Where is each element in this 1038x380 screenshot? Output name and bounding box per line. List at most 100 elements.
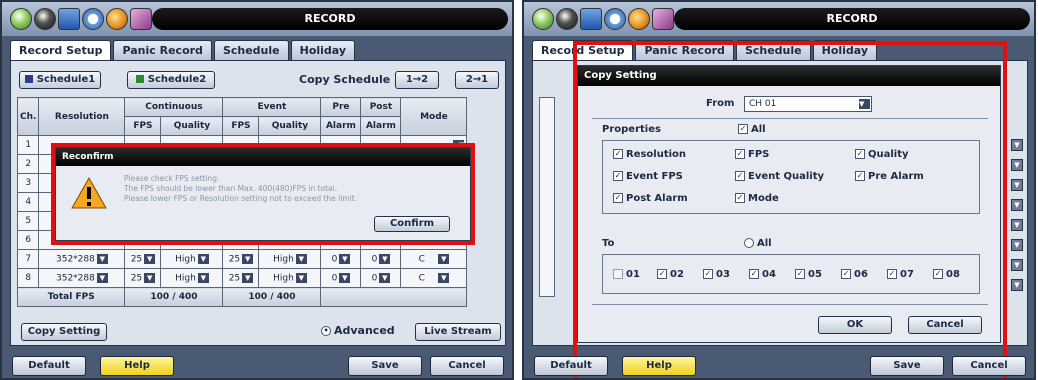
col-pre-alarm: Alarm (320, 116, 362, 136)
calendar-icon[interactable] (580, 8, 602, 30)
quality-select[interactable]: High ▼ (160, 268, 224, 288)
dropdown-arrow-icon[interactable]: ▼ (242, 272, 254, 283)
post-alarm-select[interactable]: 0 ▼ (360, 268, 402, 288)
ch-cell: 8 (16, 268, 40, 288)
dropdown-arrow-icon[interactable]: ▼ (1011, 279, 1023, 291)
record-setup-panel: Schedule1 Schedule2 Copy Schedule 1→2 2→… (10, 60, 506, 346)
resolution-select[interactable]: 352*288 ▼ (38, 249, 126, 269)
dropdown-arrow-icon[interactable]: ▼ (438, 272, 450, 283)
left-screenshot: RECORD Record Setup Panic Record Schedul… (0, 0, 514, 380)
dropdown-arrow-icon[interactable]: ▼ (1011, 159, 1023, 171)
dropdown-arrow-icon[interactable]: ▼ (144, 253, 156, 264)
fps-value: 25 (130, 254, 143, 265)
network-icon[interactable] (604, 8, 626, 30)
system-icon[interactable] (130, 8, 152, 30)
col-event-quality: Quality (258, 116, 322, 136)
fps-value: 25 (130, 273, 143, 284)
mode-select[interactable]: C ▼ (400, 249, 468, 269)
help-button[interactable]: Help (100, 356, 174, 376)
table-row: 7 352*288 ▼ 25 ▼ High ▼ 25 ▼ High ▼ 0 ▼ 0 ▼ C ▼ (16, 249, 468, 269)
tab-holiday[interactable]: Holiday (290, 40, 356, 60)
cancel-button[interactable]: Cancel (952, 356, 1026, 376)
quality-value: High (175, 254, 196, 265)
event-fps-select[interactable]: 25 ▼ (222, 268, 260, 288)
dropdown-arrow-icon[interactable]: ▼ (295, 253, 307, 264)
col-event-fps: FPS (222, 116, 260, 136)
save-button[interactable]: Save (870, 356, 944, 376)
cancel-button[interactable]: Cancel (430, 356, 504, 376)
camera-icon[interactable] (556, 8, 578, 30)
system-icon[interactable] (652, 8, 674, 30)
dropdown-arrow-icon[interactable]: ▼ (1011, 139, 1023, 151)
dropdown-arrow-icon[interactable]: ▼ (438, 253, 450, 264)
quality-select[interactable]: High ▼ (160, 249, 224, 269)
record-setup-panel: ▼ ▼ ▼ ▼ ▼ ▼ ▼ ▼ Copy Setting From CH 01 ▼… (532, 41, 1028, 378)
dropdown-arrow-icon[interactable]: ▼ (1011, 179, 1023, 191)
tab-panic-record[interactable]: Panic Record (113, 40, 212, 60)
post-alarm-select[interactable]: 0 ▼ (360, 249, 402, 269)
default-button[interactable]: Default (534, 356, 608, 376)
dropdown-arrow-icon[interactable]: ▼ (339, 272, 351, 283)
schedule2-button[interactable]: Schedule2 (127, 71, 215, 89)
default-button[interactable]: Default (12, 356, 86, 376)
event-quality-value: High (273, 273, 294, 284)
fps-select[interactable]: 25 ▼ (124, 268, 162, 288)
dropdown-arrow-icon[interactable]: ▼ (242, 253, 254, 264)
highlight-box (573, 41, 1007, 378)
event-fps-value: 25 (228, 273, 241, 284)
tools-icon[interactable] (628, 8, 650, 30)
pre-alarm-select[interactable]: 0 ▼ (320, 268, 362, 288)
dropdown-arrow-icon[interactable]: ▼ (295, 272, 307, 283)
dropdown-arrow-icon[interactable]: ▼ (1011, 259, 1023, 271)
event-fps-value: 25 (228, 254, 241, 265)
save-button[interactable]: Save (348, 356, 422, 376)
ch-cell: 1 (16, 135, 40, 155)
fps-select[interactable]: 25 ▼ (124, 249, 162, 269)
dropdown-arrow-icon[interactable]: ▼ (144, 272, 156, 283)
window-title: RECORD (152, 8, 508, 30)
copy-2-to-1-button[interactable]: 2→1 (455, 71, 499, 89)
calendar-icon[interactable] (58, 8, 80, 30)
ch-cell: 5 (16, 211, 40, 231)
event-quality-select[interactable]: High ▼ (258, 268, 322, 288)
event-quality-select[interactable]: High ▼ (258, 249, 322, 269)
live-stream-button[interactable]: Live Stream (415, 323, 501, 341)
dropdown-arrow-icon[interactable]: ▼ (96, 253, 108, 264)
copy-schedule-label: Copy Schedule (299, 73, 391, 86)
schedule1-button[interactable]: Schedule1 (19, 71, 101, 89)
tab-record-setup[interactable]: Record Setup (10, 40, 112, 60)
dropdown-arrow-icon[interactable]: ▼ (197, 272, 209, 283)
dropdown-arrow-icon[interactable]: ▼ (379, 253, 391, 264)
mode-select[interactable]: C ▼ (400, 268, 468, 288)
setup-icon[interactable] (10, 8, 32, 30)
setup-icon[interactable] (532, 8, 554, 30)
tools-icon[interactable] (106, 8, 128, 30)
advanced-radio-icon[interactable]: • (321, 326, 331, 336)
resolution-select[interactable]: 352*288 ▼ (38, 268, 126, 288)
total-event-fps: 100 / 400 (222, 287, 322, 307)
copy-setting-button[interactable]: Copy Setting (21, 323, 107, 341)
schedule2-color-icon (135, 75, 144, 83)
dropdown-arrow-icon[interactable]: ▼ (1011, 239, 1023, 251)
total-fps-row: Total FPS 100 / 400 100 / 400 (16, 287, 468, 307)
dropdown-arrow-icon[interactable]: ▼ (197, 253, 209, 264)
dropdown-arrow-icon[interactable]: ▼ (379, 272, 391, 283)
mode-value: C (418, 254, 425, 265)
dropdown-arrow-icon[interactable]: ▼ (96, 272, 108, 283)
tab-schedule[interactable]: Schedule (213, 40, 289, 60)
window-title: RECORD (674, 8, 1030, 30)
event-fps-select[interactable]: 25 ▼ (222, 249, 260, 269)
pre-alarm-select[interactable]: 0 ▼ (320, 249, 362, 269)
dropdown-arrow-icon[interactable]: ▼ (1011, 199, 1023, 211)
col-mode: Mode (400, 97, 468, 136)
copy-1-to-2-button[interactable]: 1→2 (395, 71, 439, 89)
event-quality-value: High (273, 254, 294, 265)
network-icon[interactable] (82, 8, 104, 30)
help-button[interactable]: Help (622, 356, 696, 376)
post-alarm-value: 0 (371, 254, 378, 265)
camera-icon[interactable] (34, 8, 56, 30)
advanced-checkbox[interactable]: • Advanced (321, 324, 395, 337)
ch-cell: 6 (16, 230, 40, 250)
dropdown-arrow-icon[interactable]: ▼ (339, 253, 351, 264)
dropdown-arrow-icon[interactable]: ▼ (1011, 219, 1023, 231)
